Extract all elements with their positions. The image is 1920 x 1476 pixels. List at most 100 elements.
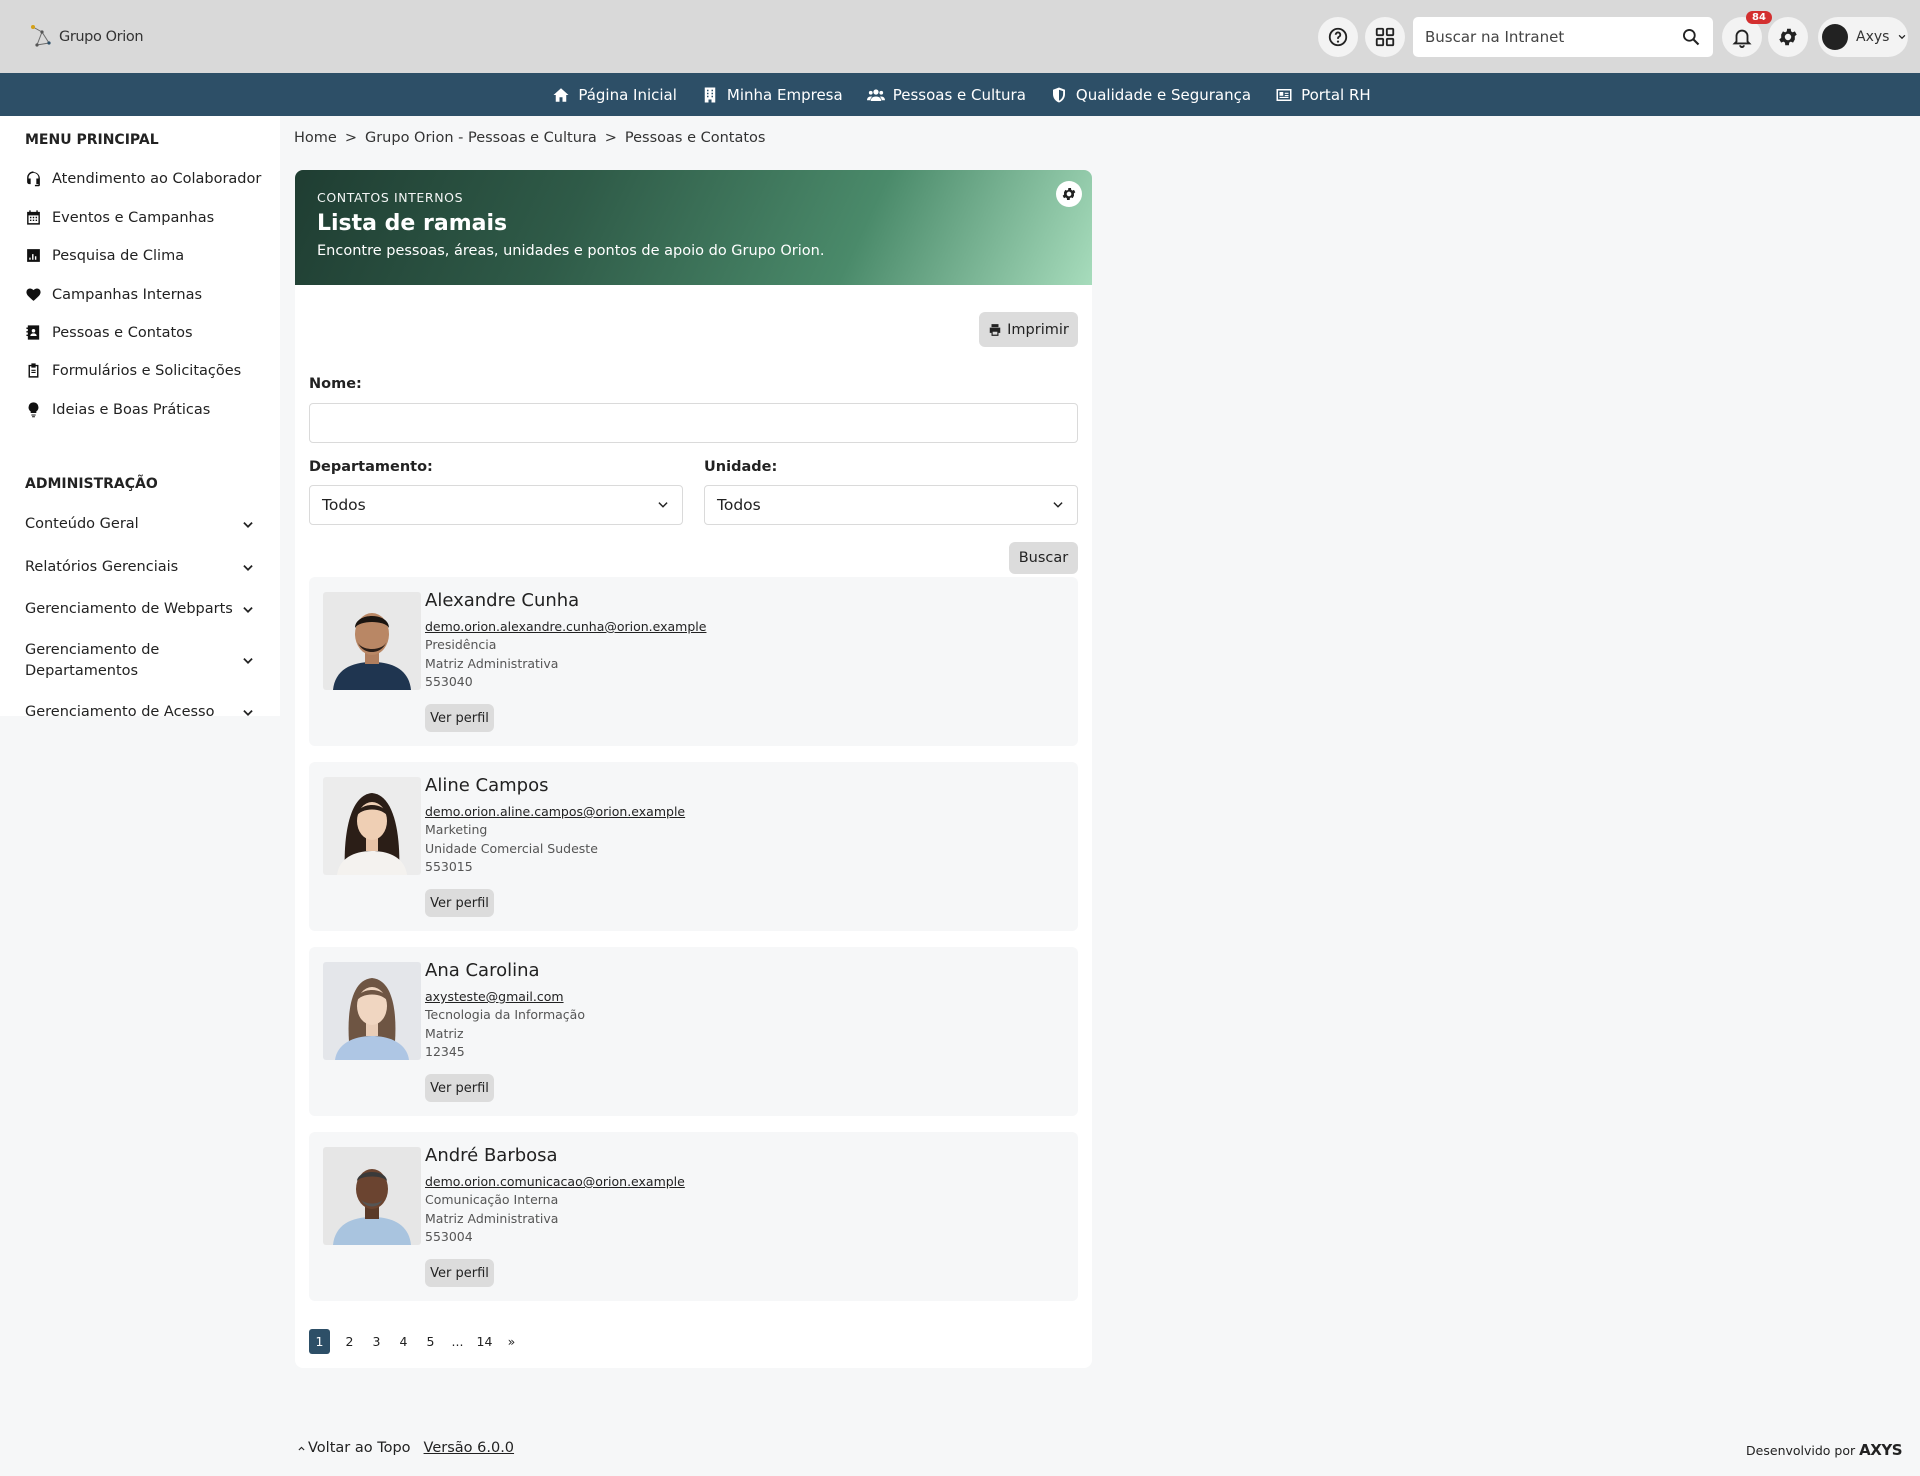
sidebar-item-climate-survey[interactable]: Pesquisa de Clima	[25, 247, 184, 264]
user-name: Axys	[1856, 29, 1890, 45]
list-item: Alexandre Cunha demo.orion.alexandre.cun…	[309, 577, 1078, 746]
nav-item-quality[interactable]: Qualidade e Segurança	[1050, 86, 1251, 104]
chevron-down-icon	[1053, 502, 1063, 508]
person-photo	[323, 962, 421, 1060]
calendar-icon	[27, 210, 40, 225]
search-input[interactable]: Buscar na Intranet	[1425, 28, 1681, 46]
person-photo-image	[323, 1147, 421, 1245]
apps-button[interactable]	[1365, 17, 1405, 57]
logo[interactable]: Grupo Orion	[29, 23, 144, 51]
version-link[interactable]: Versão 6.0.0	[424, 1440, 515, 1456]
nav-item-people[interactable]: Pessoas e Cultura	[866, 85, 1026, 104]
print-button[interactable]: Imprimir	[979, 312, 1078, 347]
bell-icon	[1732, 29, 1752, 48]
page-2[interactable]: 2	[336, 1329, 363, 1354]
sidebar-admin-departments[interactable]: Gerenciamento de Departamentos	[25, 640, 255, 682]
headset-icon	[27, 171, 40, 187]
page-4[interactable]: 4	[390, 1329, 417, 1354]
person-department: Presidência	[425, 637, 497, 652]
sidebar: MENU PRINCIPAL Atendimento ao Colaborado…	[0, 116, 280, 716]
name-input[interactable]	[309, 403, 1078, 443]
avatar	[1822, 24, 1848, 50]
page-next[interactable]: »	[498, 1329, 525, 1354]
person-department: Tecnologia da Informação	[425, 1007, 585, 1022]
chevron-down-icon	[243, 564, 253, 571]
page-banner: CONTATOS INTERNOS Lista de ramais Encont…	[295, 170, 1092, 285]
developed-by-label: Desenvolvido por	[1746, 1442, 1856, 1458]
chevron-down-icon	[658, 502, 668, 508]
sidebar-admin-label: Gerenciamento de Webparts	[25, 601, 233, 617]
sidebar-item-ideas[interactable]: Ideias e Boas Práticas	[25, 401, 210, 418]
nav-item-company[interactable]: Minha Empresa	[701, 86, 843, 104]
sidebar-item-label: Atendimento ao Colaborador	[52, 170, 262, 187]
breadcrumb-separator: >	[344, 130, 357, 146]
logo-text: Grupo Orion	[59, 29, 144, 45]
pagination: 1 2 3 4 5 ... 14 »	[309, 1329, 525, 1354]
sidebar-item-employee-service[interactable]: Atendimento ao Colaborador	[25, 170, 261, 187]
sidebar-admin-general-content[interactable]: Conteúdo Geral	[25, 514, 255, 535]
list-item: Ana Carolina axysteste@gmail.com Tecnolo…	[309, 947, 1078, 1116]
person-email[interactable]: demo.orion.comunicacao@orion.example	[425, 1174, 685, 1189]
department-select[interactable]: Todos	[309, 485, 683, 525]
clipboard-icon	[28, 363, 39, 378]
nav-item-label: Pessoas e Cultura	[892, 85, 1026, 104]
nav-item-home[interactable]: Página Inicial	[552, 86, 677, 104]
sidebar-admin-access[interactable]: Gerenciamento de Acesso	[25, 702, 255, 716]
user-menu[interactable]: Axys	[1818, 17, 1908, 57]
unit-value: Todos	[717, 496, 761, 514]
view-profile-button[interactable]: Ver perfil	[425, 889, 494, 917]
sidebar-admin-webparts[interactable]: Gerenciamento de Webparts	[25, 599, 255, 620]
help-button[interactable]	[1318, 17, 1358, 57]
view-profile-button[interactable]: Ver perfil	[425, 1074, 494, 1102]
page-3[interactable]: 3	[363, 1329, 390, 1354]
nav-item-hr-portal[interactable]: Portal RH	[1275, 86, 1371, 104]
page-5[interactable]: 5	[417, 1329, 444, 1354]
sidebar-admin-reports[interactable]: Relatórios Gerenciais	[25, 557, 255, 578]
sidebar-item-events[interactable]: Eventos e Campanhas	[25, 209, 214, 226]
lightbulb-icon	[28, 402, 39, 418]
back-to-top-link[interactable]: Voltar ao Topo	[297, 1440, 411, 1456]
person-email[interactable]: demo.orion.alexandre.cunha@orion.example	[425, 619, 706, 634]
person-email[interactable]: axysteste@gmail.com	[425, 989, 564, 1004]
top-header: Grupo Orion Buscar na Intranet 84 Axys	[0, 0, 1920, 73]
person-extension: 553004	[425, 1229, 473, 1244]
person-name: André Barbosa	[425, 1145, 558, 1166]
unit-select[interactable]: Todos	[704, 485, 1078, 525]
page-title: Lista de ramais	[317, 211, 508, 236]
breadcrumb-current: Pessoas e Contatos	[624, 130, 766, 146]
view-profile-button[interactable]: Ver perfil	[425, 704, 494, 732]
search-button[interactable]: Buscar	[1009, 542, 1078, 574]
users-icon	[866, 88, 885, 101]
chevron-down-icon	[243, 709, 253, 716]
sidebar-main-title: MENU PRINCIPAL	[25, 132, 159, 148]
banner-eyebrow: CONTATOS INTERNOS	[317, 190, 464, 205]
view-profile-button[interactable]: Ver perfil	[425, 1259, 494, 1287]
page-14[interactable]: 14	[471, 1329, 498, 1354]
sidebar-item-forms[interactable]: Formulários e Solicitações	[25, 362, 241, 379]
sidebar-item-label: Eventos e Campanhas	[52, 209, 215, 226]
person-photo-image	[323, 962, 421, 1060]
page-ellipsis: ...	[451, 1334, 464, 1349]
search-icon[interactable]	[1681, 27, 1701, 47]
sidebar-admin-label: Gerenciamento de Acesso	[25, 704, 215, 716]
sidebar-item-label: Formulários e Solicitações	[52, 362, 242, 379]
page-1[interactable]: 1	[309, 1329, 330, 1354]
sidebar-item-campaigns[interactable]: Campanhas Internas	[25, 286, 202, 303]
sidebar-item-people-contacts[interactable]: Pessoas e Contatos	[25, 324, 193, 341]
person-extension: 553040	[425, 674, 473, 689]
search-box[interactable]: Buscar na Intranet	[1413, 17, 1713, 57]
person-email[interactable]: demo.orion.aline.campos@orion.example	[425, 804, 685, 819]
nav-item-label: Minha Empresa	[726, 85, 843, 104]
breadcrumb-home[interactable]: Home	[294, 130, 337, 146]
list-item: André Barbosa demo.orion.comunicacao@ori…	[309, 1132, 1078, 1301]
brand-logo[interactable]: AXYS	[1859, 1441, 1902, 1459]
person-name: Aline Campos	[425, 775, 549, 796]
breadcrumb-section[interactable]: Grupo Orion - Pessoas e Cultura	[365, 130, 597, 146]
sidebar-item-label: Pessoas e Contatos	[52, 324, 193, 341]
chart-icon	[27, 249, 40, 262]
heart-icon	[26, 288, 41, 301]
settings-button[interactable]	[1768, 17, 1808, 57]
banner-settings-button[interactable]	[1056, 181, 1082, 207]
gear-icon	[1062, 188, 1076, 200]
name-label: Nome:	[309, 376, 362, 392]
